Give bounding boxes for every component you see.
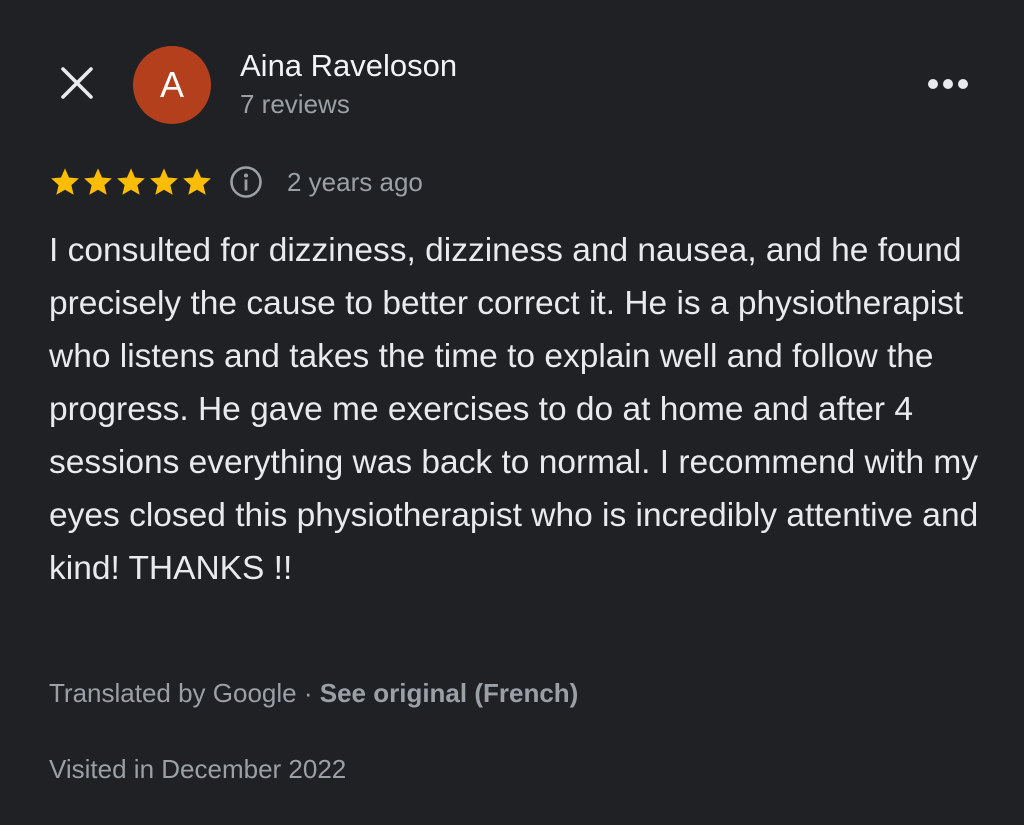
separator: · <box>296 678 320 708</box>
close-icon <box>61 67 93 99</box>
more-options-button[interactable] <box>922 66 974 102</box>
avatar-letter: A <box>159 64 184 105</box>
star-filled-icon <box>84 168 112 195</box>
rating-row: 2 years ago <box>49 160 423 204</box>
review-text: I consulted for dizziness, dizziness and… <box>49 232 979 587</box>
reviewer-name[interactable]: Aina Raveloson <box>240 48 457 84</box>
visited-date: Visited in December 2022 <box>49 754 347 784</box>
translated-by-label: Translated by Google <box>49 678 297 708</box>
info-icon[interactable] <box>229 165 263 199</box>
close-button[interactable] <box>52 58 102 108</box>
star-rating <box>49 166 213 198</box>
more-horizontal-icon <box>928 79 968 89</box>
star-filled-icon <box>150 168 178 195</box>
translation-note: Translated by Google · See original (Fre… <box>49 678 578 709</box>
star-filled-icon <box>117 168 145 195</box>
review-date: 2 years ago <box>287 166 423 197</box>
review-detail-page: A Aina Raveloson 7 reviews 2 years ago I… <box>0 0 1024 825</box>
star-filled-icon <box>51 168 79 195</box>
review-count: 7 reviews <box>240 89 350 119</box>
avatar[interactable]: A <box>133 46 211 124</box>
see-original-link[interactable]: See original (French) <box>320 678 579 708</box>
star-filled-icon <box>183 168 211 195</box>
